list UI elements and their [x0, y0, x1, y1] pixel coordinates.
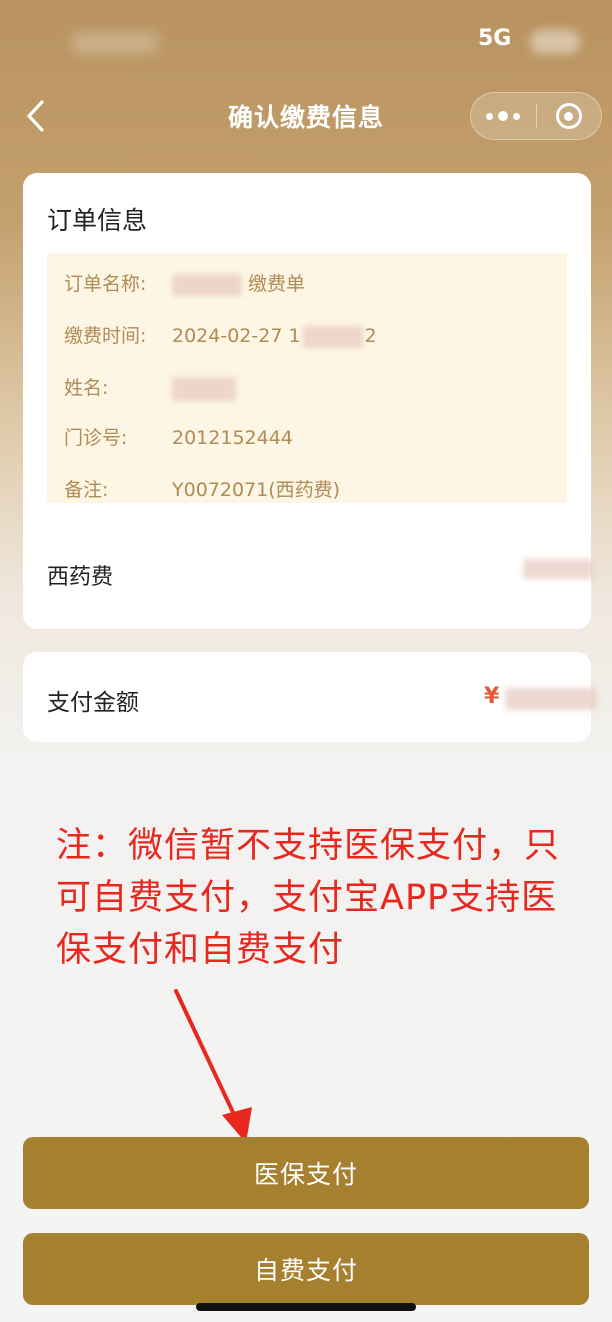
insurance-pay-button[interactable]: 医保支付 [23, 1137, 589, 1209]
remark-row: 备注: Y0072071(西药费) [64, 475, 340, 505]
home-indicator[interactable] [196, 1303, 416, 1311]
payment-amount-label: 支付金额 [47, 690, 139, 716]
target-circle-icon [555, 103, 582, 129]
fee-item-label: 西药费 [47, 565, 114, 590]
nav-bar: 确认缴费信息 [0, 80, 612, 152]
redacted-mask [172, 273, 242, 296]
outpatient-number-row: 门诊号: 2012152444 [64, 423, 293, 453]
redacted-mask [302, 325, 363, 348]
status-time-blurred [70, 32, 160, 54]
annotation-note: 注：微信暂不支持医保支付，只可自费支付，支付宝APP支持医保支付和自费支付 [56, 826, 561, 970]
remark-value: Y0072071(西药费) [172, 479, 341, 501]
payment-amount-card: 支付金额 ¥ [23, 652, 597, 742]
outpatient-number-label: 门诊号: [64, 427, 128, 449]
payment-time-label: 缴费时间: [64, 325, 147, 347]
order-details-box: 订单名称: 缴费单 缴费时间: 2024-02-27 1 2 姓名: 门诊号: 2… [47, 253, 567, 503]
order-info-title: 订单信息 [47, 206, 148, 235]
mini-program-capsule [470, 92, 602, 140]
outpatient-number-value: 2012152444 [172, 427, 293, 449]
remark-label: 备注: [64, 479, 109, 501]
payment-currency: ¥ [484, 684, 500, 709]
battery-blurred [530, 30, 580, 54]
order-name-label: 订单名称: [64, 273, 147, 295]
close-mini-program-button[interactable] [537, 93, 602, 139]
order-name-value: 缴费单 [248, 273, 306, 295]
order-info-card: 订单信息 订单名称: 缴费单 缴费时间: 2024-02-27 1 2 姓名: 门… [23, 173, 593, 629]
patient-name-label: 姓名: [64, 377, 109, 399]
payment-time-value: 2024-02-27 1 [172, 325, 301, 347]
order-name-row: 订单名称: 缴费单 [64, 269, 305, 299]
payment-amount-redacted [505, 688, 597, 710]
more-button[interactable] [471, 93, 536, 139]
patient-name-row: 姓名: [64, 373, 236, 403]
more-dots-icon [486, 111, 521, 121]
payment-time-row: 缴费时间: 2024-02-27 1 2 [64, 321, 377, 351]
payment-time-tail: 2 [364, 325, 377, 347]
redacted-mask [172, 376, 236, 401]
arrow-annotation-icon [174, 989, 252, 1143]
signal-indicator: 5G [478, 26, 512, 51]
status-bar: 5G [0, 0, 612, 80]
self-pay-button[interactable]: 自费支付 [23, 1233, 589, 1305]
fee-amount-redacted [523, 559, 593, 579]
